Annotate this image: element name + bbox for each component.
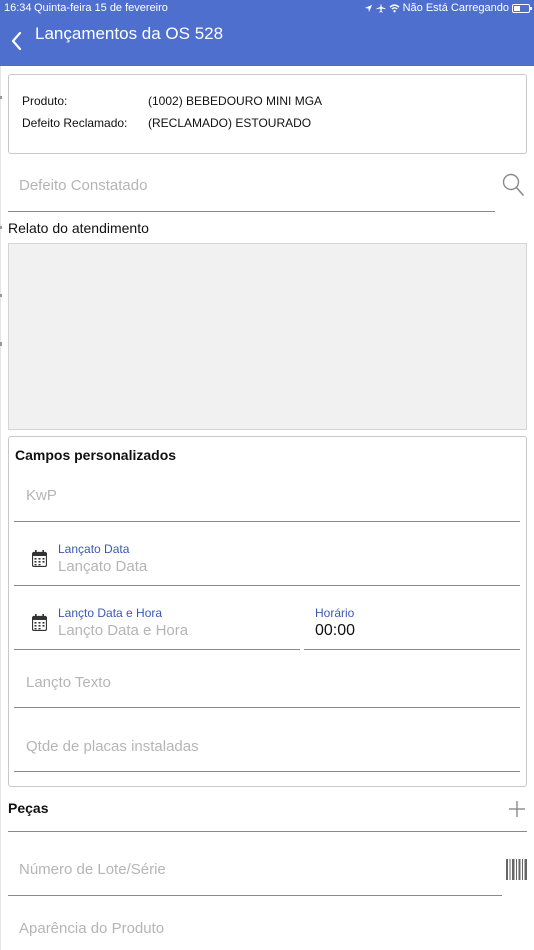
time-label: Horário bbox=[315, 606, 355, 620]
page-title: Lançamentos da OS 528 bbox=[35, 24, 224, 43]
defect-reported-label: Defeito Reclamado: bbox=[22, 116, 128, 130]
product-label: Produto: bbox=[22, 94, 68, 108]
panels-installed-underline bbox=[14, 771, 520, 772]
launch-text-field[interactable]: Lançto Texto bbox=[26, 674, 111, 691]
left-edge-marks bbox=[0, 66, 2, 950]
parts-title: Peças bbox=[8, 800, 49, 816]
search-icon[interactable] bbox=[501, 172, 525, 198]
status-date: Quinta-feira 15 de fevereiro bbox=[34, 2, 168, 14]
launch-text-underline bbox=[14, 707, 520, 708]
product-value: (1002) BEBEDOURO MINI MGA bbox=[148, 94, 323, 108]
battery-icon bbox=[512, 3, 532, 13]
launch-datetime-field[interactable]: Lançto Data e Hora bbox=[58, 622, 188, 639]
launch-datetime-underline bbox=[14, 649, 300, 650]
calendar-icon[interactable] bbox=[32, 550, 47, 567]
status-right: Não Está Carregando bbox=[364, 2, 532, 14]
parts-underline bbox=[8, 831, 527, 832]
launch-datetime-label: Lançto Data e Hora bbox=[58, 606, 163, 620]
defect-found-underline bbox=[8, 211, 495, 212]
time-field[interactable]: 00:00 bbox=[315, 622, 355, 640]
service-report-textarea[interactable] bbox=[8, 243, 527, 430]
batch-number-field[interactable]: Número de Lote/Série bbox=[19, 861, 166, 878]
location-icon bbox=[364, 4, 372, 12]
custom-fields-title: Campos personalizados bbox=[15, 447, 177, 463]
launch-date-label: Lançato Data bbox=[58, 542, 130, 556]
wifi-icon bbox=[389, 3, 400, 12]
calendar-icon[interactable] bbox=[32, 614, 47, 631]
kwp-underline bbox=[14, 521, 520, 522]
kwp-field[interactable]: KwP bbox=[26, 487, 57, 504]
product-card bbox=[8, 74, 527, 154]
launch-date-underline bbox=[14, 585, 520, 586]
barcode-icon[interactable] bbox=[506, 859, 527, 880]
panels-installed-field[interactable]: Qtde de placas instaladas bbox=[26, 738, 199, 755]
nav-bar: Lançamentos da OS 528 bbox=[0, 18, 534, 66]
charging-status: Não Está Carregando bbox=[402, 2, 509, 14]
defect-reported-value: (RECLAMADO) ESTOURADO bbox=[148, 116, 312, 130]
defect-found-field[interactable]: Defeito Constatado bbox=[19, 177, 147, 194]
product-appearance-field[interactable]: Aparência do Produto bbox=[19, 920, 164, 937]
batch-number-underline bbox=[8, 895, 502, 896]
status-bar: 16:34 Quinta-feira 15 de fevereiro Não E… bbox=[0, 0, 534, 18]
airplane-icon bbox=[376, 3, 386, 13]
status-time: 16:34 bbox=[4, 2, 32, 14]
plus-icon[interactable] bbox=[508, 800, 526, 818]
time-underline bbox=[304, 649, 520, 650]
service-report-label: Relato do atendimento bbox=[8, 220, 149, 236]
launch-date-field[interactable]: Lançato Data bbox=[58, 558, 147, 575]
chevron-left-icon[interactable] bbox=[6, 28, 28, 54]
